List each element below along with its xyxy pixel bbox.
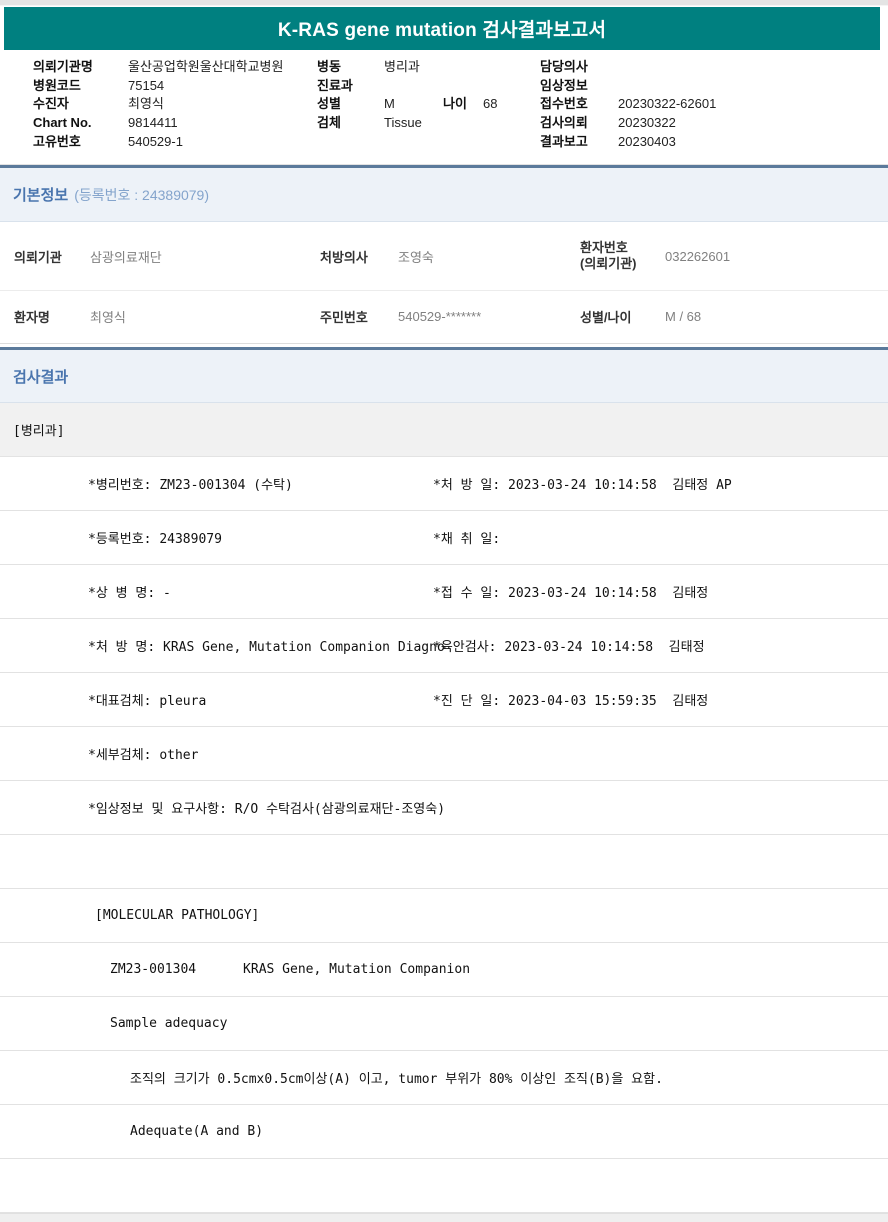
results-section-header: 검사결과	[0, 347, 888, 403]
hospital-code-label: 병원코드	[33, 77, 81, 95]
receipt-date: *접 수 일: 2023-03-24 10:14:58 김태정	[433, 565, 708, 618]
examinee-label: 수진자	[33, 95, 69, 113]
sex-value: M	[384, 95, 395, 113]
patient-name-label: 환자명	[14, 290, 50, 343]
result-row-adequacy-criteria: 조직의 크기가 0.5cmx0.5cm이상(A) 이고, tumor 부위가 8…	[0, 1051, 888, 1105]
test-id-and-name: ZM23-001304 KRAS Gene, Mutation Companio…	[110, 943, 470, 996]
chart-no-label: Chart No.	[33, 114, 92, 132]
registration-no: *등록번호: 24389079	[88, 511, 222, 564]
representative-specimen: *대표검체: pleura	[88, 673, 206, 726]
specimen-value: Tissue	[384, 114, 422, 132]
result-row-empty	[0, 835, 888, 889]
prescribing-doctor-value: 조영숙	[398, 222, 434, 290]
result-row-clinical-request: *임상정보 및 요구사항: R/O 수탁검사(삼광의료재단-조영숙)	[0, 781, 888, 835]
footer-strip	[0, 1213, 888, 1222]
org-name-value: 울산공업학원울산대학교병원	[128, 58, 283, 76]
results-title: 검사결과	[13, 366, 68, 387]
specimen-label: 검체	[317, 114, 341, 132]
window-top-strip	[0, 0, 888, 6]
prescription-date: *처 방 일: 2023-03-24 10:14:58 김태정 AP	[433, 457, 732, 510]
chart-no-value: 9814411	[128, 114, 178, 132]
patient-no-label-line2: (의뢰기관)	[580, 256, 637, 271]
result-row-adequacy-result: Adequate(A and B)	[0, 1105, 888, 1159]
ward-label: 병동	[317, 58, 341, 76]
sex-age-label: 성별/나이	[580, 290, 631, 343]
patient-no-label: 환자번호 (의뢰기관)	[580, 222, 637, 290]
diagnosis-date: *진 단 일: 2023-04-03 15:59:35 김태정	[433, 673, 708, 726]
result-row-molecular-pathology: [MOLECULAR PATHOLOGY]	[0, 889, 888, 943]
sex-age-value: M / 68	[665, 290, 701, 343]
result-row-detail-specimen: *세부검체: other	[0, 727, 888, 781]
basic-info-registration-no: (등록번호 : 24389079)	[74, 185, 209, 205]
detail-specimen: *세부검체: other	[88, 727, 198, 780]
unique-no-label: 고유번호	[33, 133, 81, 151]
adequacy-criteria: 조직의 크기가 0.5cmx0.5cm이상(A) 이고, tumor 부위가 8…	[130, 1051, 663, 1104]
result-row-registration-no: *등록번호: 24389079 *채 취 일:	[0, 511, 888, 565]
referring-org-value: 삼광의료재단	[90, 222, 162, 290]
sex-label: 성별	[317, 95, 341, 113]
prescribing-doctor-label: 처방의사	[320, 222, 368, 290]
collection-date: *채 취 일:	[433, 511, 500, 564]
receipt-no-label: 접수번호	[540, 95, 588, 113]
diagnosis-name: *상 병 명: -	[88, 565, 171, 618]
basic-info-section-header: 기본정보 (등록번호 : 24389079)	[0, 165, 888, 222]
result-row-prescription-name: *처 방 명: KRAS Gene, Mutation Companion Di…	[0, 619, 888, 673]
report-title-banner: K-RAS gene mutation 검사결과보고서	[4, 7, 880, 50]
hospital-code-value: 75154	[128, 77, 164, 95]
sample-adequacy-heading: Sample adequacy	[110, 997, 227, 1050]
resident-no-value: 540529-*******	[398, 290, 481, 343]
header-info-block: 의뢰기관명 울산공업학원울산대학교병원 병원코드 75154 수진자 최영식 C…	[0, 55, 888, 165]
clinical-info-label: 임상정보	[540, 77, 588, 95]
resident-no-label: 주민번호	[320, 290, 368, 343]
result-row-test-name: ZM23-001304 KRAS Gene, Mutation Companio…	[0, 943, 888, 997]
request-date-value: 20230322	[618, 114, 676, 132]
request-date-label: 검사의뢰	[540, 114, 588, 132]
org-name-label: 의뢰기관명	[33, 58, 93, 76]
basic-info-title: 기본정보	[13, 184, 68, 205]
ward-value: 병리과	[384, 58, 420, 76]
clinical-request: *임상정보 및 요구사항: R/O 수탁검사(삼광의료재단-조영숙)	[88, 781, 445, 834]
patient-no-label-line1: 환자번호	[580, 240, 628, 255]
department-name: [병리과]	[13, 420, 65, 439]
pathology-no: *병리번호: ZM23-001304 (수탁)	[88, 457, 293, 510]
referring-org-label: 의뢰기관	[14, 222, 62, 290]
department-band: [병리과]	[0, 403, 888, 457]
patient-no-value: 032262601	[665, 222, 730, 290]
age-value: 68	[483, 95, 497, 113]
examinee-value: 최영식	[128, 95, 164, 113]
page-title: K-RAS gene mutation 검사결과보고서	[278, 15, 606, 42]
gross-exam-date: *육안검사: 2023-03-24 10:14:58 김태정	[433, 619, 705, 672]
result-row-diagnosis-name: *상 병 명: - *접 수 일: 2023-03-24 10:14:58 김태…	[0, 565, 888, 619]
report-page: K-RAS gene mutation 검사결과보고서 의뢰기관명 울산공업학원…	[0, 0, 888, 1222]
report-date-label: 결과보고	[540, 133, 588, 151]
attending-doctor-label: 담당의사	[540, 58, 588, 76]
age-label: 나이	[443, 95, 467, 113]
unique-no-value: 540529-1	[128, 133, 183, 151]
receipt-no-value: 20230322-62601	[618, 95, 716, 113]
molecular-pathology-heading: [MOLECULAR PATHOLOGY]	[95, 889, 259, 942]
department-label: 진료과	[317, 77, 353, 95]
result-rows: *병리번호: ZM23-001304 (수탁) *처 방 일: 2023-03-…	[0, 457, 888, 1213]
report-date-value: 20230403	[618, 133, 676, 151]
adequacy-result: Adequate(A and B)	[130, 1105, 263, 1158]
result-row-sample-adequacy: Sample adequacy	[0, 997, 888, 1051]
result-row-representative-specimen: *대표검체: pleura *진 단 일: 2023-04-03 15:59:3…	[0, 673, 888, 727]
prescription-name: *처 방 명: KRAS Gene, Mutation Companion Di…	[88, 619, 445, 672]
result-row-empty	[0, 1159, 888, 1213]
patient-name-value: 최영식	[90, 290, 126, 343]
basic-info-row-1: 의뢰기관 삼광의료재단 처방의사 조영숙 환자번호 (의뢰기관) 0322626…	[0, 222, 888, 291]
basic-info-row-2: 환자명 최영식 주민번호 540529-******* 성별/나이 M / 68	[0, 290, 888, 344]
result-row-pathology-no: *병리번호: ZM23-001304 (수탁) *처 방 일: 2023-03-…	[0, 457, 888, 511]
